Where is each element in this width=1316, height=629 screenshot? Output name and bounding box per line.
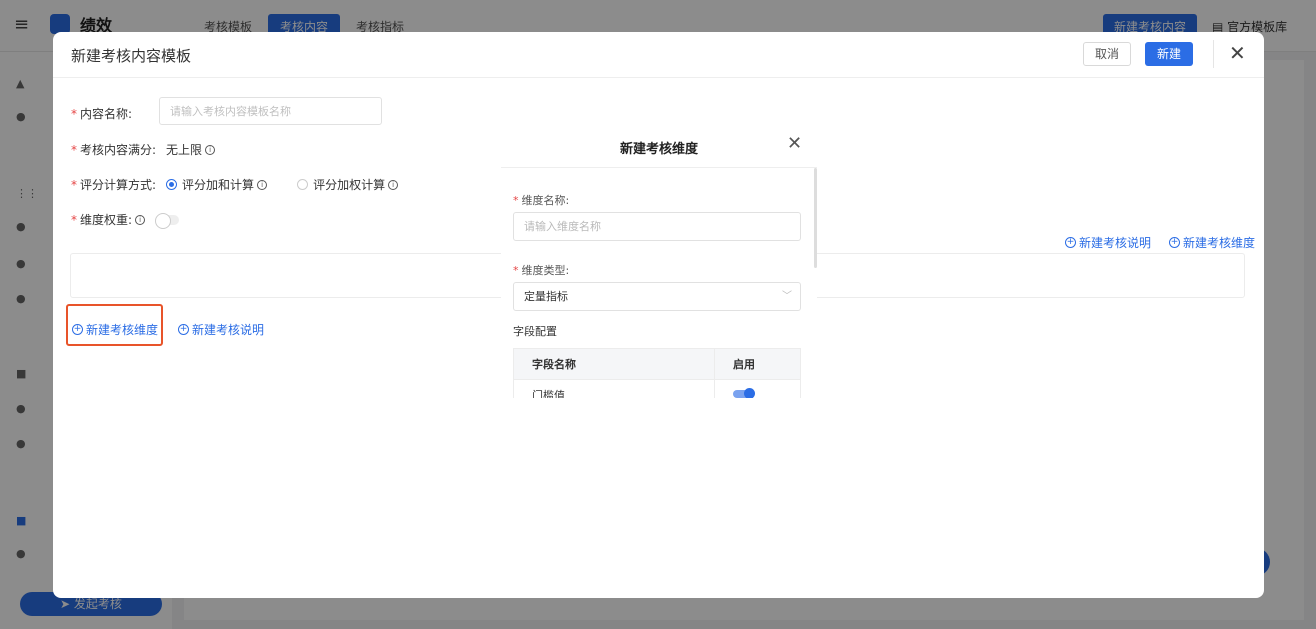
info-icon[interactable]: i bbox=[205, 144, 216, 155]
add-dimension-link-top[interactable]: + 新建考核维度 bbox=[1169, 234, 1255, 251]
header-divider bbox=[1213, 40, 1214, 68]
radio-sum[interactable]: 评分加和计算 i bbox=[166, 176, 268, 193]
add-description-link-top[interactable]: + 新建考核说明 bbox=[1065, 234, 1151, 251]
calc-method-label: 评分计算方式: bbox=[80, 178, 157, 192]
required-mark: * bbox=[71, 177, 77, 192]
close-icon[interactable]: ✕ bbox=[1229, 41, 1246, 65]
content-name-label: 内容名称: bbox=[80, 107, 133, 121]
modal-scrollbar[interactable] bbox=[814, 168, 817, 268]
column-header-field-name: 字段名称 bbox=[513, 348, 715, 380]
dimension-name-label: * 维度名称: bbox=[513, 192, 569, 208]
full-score-row: * 考核内容满分: 无上限 i bbox=[71, 141, 216, 158]
dialog-title: 新建考核内容模板 bbox=[71, 47, 192, 65]
dimension-type-select[interactable]: 定量指标 ﹀ bbox=[513, 282, 801, 311]
dimension-weight-label: 维度权重: bbox=[80, 213, 133, 227]
radio-weighted-indicator bbox=[297, 179, 309, 190]
field-name-cell: 门槛值 bbox=[513, 379, 715, 398]
column-header-enabled: 启用 bbox=[714, 348, 801, 380]
table-header-row: 字段名称 启用 bbox=[513, 348, 801, 380]
content-name-input[interactable] bbox=[159, 97, 382, 125]
highlight-box bbox=[66, 304, 163, 346]
dimension-type-label-text: 维度类型: bbox=[521, 264, 570, 277]
radio-weighted[interactable]: 评分加权计算 i bbox=[297, 176, 399, 193]
dimension-name-label-text: 维度名称: bbox=[521, 194, 570, 207]
content-name-row: * 内容名称: bbox=[71, 105, 132, 122]
plus-circle-icon: + bbox=[1169, 237, 1181, 248]
field-config-label: 字段配置 bbox=[513, 325, 557, 338]
full-score-value: 无上限 bbox=[166, 143, 203, 157]
table-row: 门槛值 bbox=[513, 379, 801, 398]
required-mark: * bbox=[71, 106, 77, 121]
top-actions: + 新建考核说明 + 新建考核维度 bbox=[1065, 234, 1255, 251]
close-icon[interactable]: ✕ bbox=[787, 133, 802, 154]
new-dimension-dialog: 新建考核维度 ✕ *维度名称: *维度类型: 定量指标 ﹀ 字段配置 字段名称 … bbox=[501, 123, 817, 398]
info-icon[interactable]: i bbox=[257, 179, 268, 190]
dimension-name-input[interactable] bbox=[513, 212, 801, 241]
dimension-type-value: 定量指标 bbox=[524, 290, 568, 303]
enabled-cell bbox=[714, 379, 801, 398]
full-score-label: 考核内容满分: bbox=[80, 143, 157, 157]
plus-circle-icon: + bbox=[178, 324, 190, 335]
dimension-type-label: * 维度类型: bbox=[513, 262, 569, 278]
field-config-table: 字段名称 启用 门槛值 bbox=[513, 348, 801, 398]
create-button[interactable]: 新建 bbox=[1145, 42, 1193, 66]
modal-header: 新建考核维度 ✕ bbox=[501, 123, 817, 168]
info-icon[interactable]: i bbox=[135, 214, 146, 225]
required-mark: * bbox=[513, 194, 519, 207]
modal-title: 新建考核维度 bbox=[619, 142, 698, 157]
dimension-weight-row: * 维度权重: i bbox=[71, 211, 180, 229]
info-icon[interactable]: i bbox=[388, 179, 399, 190]
required-mark: * bbox=[71, 212, 77, 227]
add-dimension-label: 新建考核维度 bbox=[1183, 236, 1256, 250]
plus-circle-icon: + bbox=[1065, 237, 1076, 248]
chevron-down-icon: ﹀ bbox=[782, 291, 792, 302]
enabled-toggle[interactable] bbox=[733, 388, 755, 398]
radio-weighted-label: 评分加权计算 bbox=[313, 178, 386, 192]
add-description-label: 新建考核说明 bbox=[1079, 236, 1152, 250]
dialog-header: 新建考核内容模板 取消 新建 ✕ bbox=[53, 32, 1264, 78]
cancel-button[interactable]: 取消 bbox=[1083, 42, 1131, 66]
add-description-link[interactable]: + 新建考核说明 bbox=[178, 321, 264, 338]
calc-method-row: * 评分计算方式: 评分加和计算 i 评分加权计算 i bbox=[71, 176, 399, 193]
required-mark: * bbox=[71, 142, 77, 157]
radio-sum-indicator bbox=[166, 179, 178, 190]
dimension-weight-toggle[interactable] bbox=[155, 212, 180, 229]
add-description-label: 新建考核说明 bbox=[192, 323, 265, 337]
radio-sum-label: 评分加和计算 bbox=[182, 178, 255, 192]
required-mark: * bbox=[513, 264, 519, 277]
